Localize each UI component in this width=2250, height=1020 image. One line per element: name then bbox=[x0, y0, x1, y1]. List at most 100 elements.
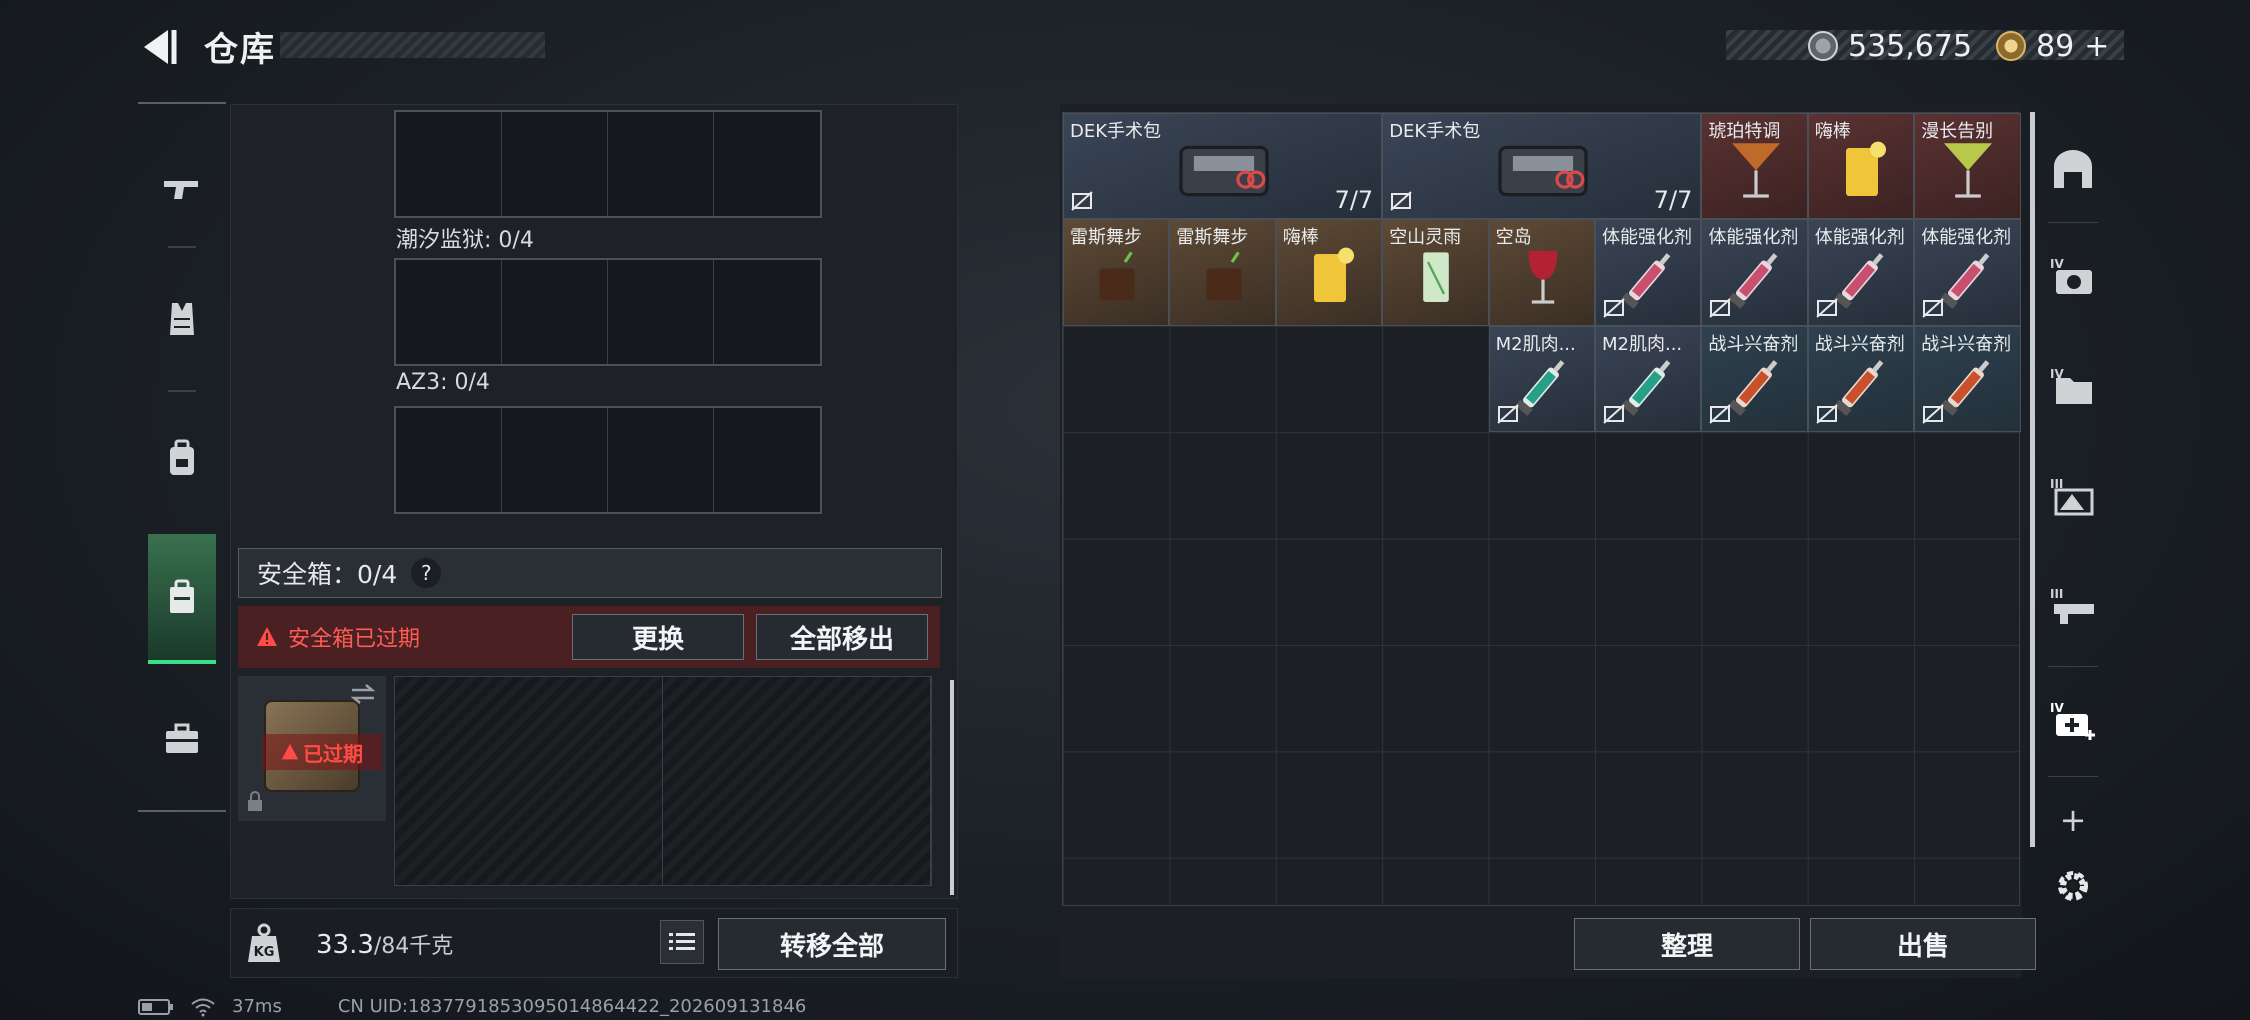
storage-item[interactable]: 战斗兴奋剂 bbox=[1914, 325, 2021, 433]
storage-item[interactable]: 体能强化剂 bbox=[1807, 219, 1915, 326]
storage-item[interactable]: 嗨棒 bbox=[1275, 219, 1383, 326]
transfer-all-button[interactable]: 转移全部 bbox=[718, 918, 946, 970]
storage-item[interactable]: 嗨棒 bbox=[1807, 113, 1915, 220]
weight-max: /84千克 bbox=[373, 934, 454, 959]
storage-item[interactable]: 体能强化剂 bbox=[1595, 219, 1702, 326]
vault-icon bbox=[2054, 150, 2092, 188]
weight-kg-icon: KG bbox=[244, 920, 284, 966]
gold-amount: 89 bbox=[2036, 28, 2075, 64]
item-count: 7/7 bbox=[1334, 186, 1374, 215]
svg-text:IV: IV bbox=[2050, 701, 2064, 715]
item-name: 雷斯舞步 bbox=[1070, 227, 1142, 249]
replace-button[interactable]: 更换 bbox=[572, 614, 744, 660]
storage-item[interactable]: 琥珀特调 bbox=[1701, 113, 1808, 220]
lock-icon bbox=[248, 791, 262, 811]
storage-scrollbar[interactable] bbox=[2030, 112, 2035, 847]
category-tier4-medical[interactable]: IV bbox=[2042, 690, 2104, 750]
storage-item[interactable]: 雷斯舞步 bbox=[1169, 219, 1276, 326]
swap-icon[interactable] bbox=[348, 682, 378, 706]
storage-item[interactable]: M2肌肉... bbox=[1595, 325, 1702, 433]
backpack-icon bbox=[170, 439, 194, 475]
storage-item[interactable]: M2肌肉... bbox=[1488, 325, 1595, 433]
pistol-icon bbox=[164, 181, 198, 199]
svg-text:IV: IV bbox=[2050, 257, 2064, 271]
storage-item[interactable]: 空山灵雨 bbox=[1382, 219, 1489, 326]
silver-currency: 535,675 bbox=[1808, 26, 1972, 66]
storage-item[interactable]: DEK手术包 7/7 bbox=[1382, 113, 1702, 220]
sort-button[interactable]: 整理 bbox=[1574, 918, 1800, 970]
settings-icon bbox=[2058, 871, 2088, 901]
silver-coin-icon bbox=[1808, 31, 1838, 61]
storage-item[interactable]: 雷斯舞步 bbox=[1063, 219, 1170, 326]
category-tier3-artifact[interactable]: III bbox=[2042, 466, 2104, 526]
category-tier4-camera[interactable]: IV bbox=[2042, 246, 2104, 306]
item-name: 空岛 bbox=[1495, 227, 1532, 249]
add-category-button[interactable]: + bbox=[2042, 790, 2104, 850]
storage-item[interactable]: DEK手术包 7/7 bbox=[1063, 113, 1383, 220]
no-trade-icon bbox=[1603, 404, 1625, 424]
slot-grid-chaoxi[interactable] bbox=[394, 258, 822, 366]
nav-backpack[interactable] bbox=[138, 394, 226, 524]
no-trade-icon bbox=[1922, 298, 1944, 318]
storage-item[interactable]: 战斗兴奋剂 bbox=[1807, 325, 1915, 433]
help-icon[interactable]: ? bbox=[411, 558, 442, 588]
back-arrow-icon[interactable] bbox=[136, 26, 182, 68]
silver-amount: 535,675 bbox=[1848, 28, 1973, 64]
tier3-artifact-icon: III bbox=[2050, 477, 2094, 516]
gold-currency[interactable]: 89 + bbox=[1996, 26, 2109, 66]
storage-item[interactable]: 漫长告别 bbox=[1914, 113, 2021, 220]
sell-button[interactable]: 出售 bbox=[1810, 918, 2036, 970]
item-count: 7/7 bbox=[1653, 186, 1693, 215]
nav-armor[interactable] bbox=[138, 254, 226, 384]
nav-toolbox[interactable] bbox=[138, 674, 226, 804]
title-decoration bbox=[280, 32, 545, 58]
no-trade-icon bbox=[1816, 404, 1838, 424]
safebox-contents-grid[interactable] bbox=[394, 676, 932, 886]
list-view-icon[interactable] bbox=[660, 920, 704, 964]
no-trade-icon bbox=[1603, 298, 1625, 318]
item-name: 战斗兴奋剂 bbox=[1814, 333, 1905, 355]
left-scrollbar[interactable] bbox=[950, 680, 954, 895]
no-trade-icon bbox=[1496, 404, 1519, 424]
storage-item[interactable]: 体能强化剂 bbox=[1914, 219, 2021, 326]
item-name: 空山灵雨 bbox=[1389, 227, 1462, 249]
storage-item[interactable]: 体能强化剂 bbox=[1701, 219, 1808, 326]
wifi-icon bbox=[191, 998, 215, 1016]
item-name: DEK手术包 bbox=[1389, 121, 1481, 142]
nav-safebox[interactable] bbox=[148, 534, 216, 664]
category-tier4-folder[interactable]: IV bbox=[2042, 356, 2104, 416]
no-trade-icon bbox=[1816, 298, 1838, 318]
item-name: 体能强化剂 bbox=[1921, 227, 2012, 249]
storage-category-nav: IV IV III III IV + bbox=[2042, 120, 2104, 950]
status-bar: 37ms CN UID:1837791853095014864422_20260… bbox=[138, 996, 806, 1017]
tier4-medical-icon: IV bbox=[2050, 701, 2095, 740]
safebox-item[interactable]: 已过期 bbox=[238, 676, 386, 821]
storage-item[interactable]: 战斗兴奋剂 bbox=[1701, 325, 1808, 433]
tier4-camera-icon: IV bbox=[2050, 257, 2092, 294]
safebox-header: 安全箱：0/4 ? bbox=[238, 548, 942, 598]
vest-icon bbox=[170, 303, 194, 335]
no-trade-icon bbox=[1709, 298, 1732, 318]
item-name: M2肌肉... bbox=[1495, 333, 1576, 355]
item-name: DEK手术包 bbox=[1070, 121, 1162, 142]
medkit-icon bbox=[1178, 145, 1269, 197]
settings-button[interactable] bbox=[2042, 856, 2104, 916]
slot-grid-az3[interactable] bbox=[394, 406, 822, 514]
add-gold-icon[interactable]: + bbox=[2084, 29, 2109, 64]
category-vault[interactable] bbox=[2042, 140, 2104, 200]
uid-readout: CN UID:1837791853095014864422_2026091318… bbox=[337, 996, 807, 1017]
case-expired-text: 已过期 bbox=[303, 741, 363, 766]
item-name: 雷斯舞步 bbox=[1176, 227, 1249, 249]
safebox-label: 安全箱：0/4 bbox=[257, 560, 398, 589]
weight-current: 33.3 bbox=[316, 930, 374, 960]
item-name: 体能强化剂 bbox=[1708, 227, 1799, 249]
storage-grid[interactable]: DEK手术包 7/7 DEK手术包 7/7 琥珀特调 嗨棒 漫长告别 雷斯舞步 雷斯舞步 嗨棒 空山… bbox=[1062, 112, 2021, 906]
no-trade-icon bbox=[1922, 404, 1944, 424]
slot-grid-top[interactable] bbox=[394, 110, 822, 218]
tier4-folder-icon: IV bbox=[2050, 367, 2092, 404]
item-name: 琥珀特调 bbox=[1708, 121, 1781, 142]
nav-weapon[interactable] bbox=[138, 124, 226, 254]
storage-item[interactable]: 空岛 bbox=[1488, 219, 1595, 326]
category-tier3-weapon[interactable]: III bbox=[2042, 576, 2104, 636]
remove-all-button[interactable]: 全部移出 bbox=[756, 614, 928, 660]
